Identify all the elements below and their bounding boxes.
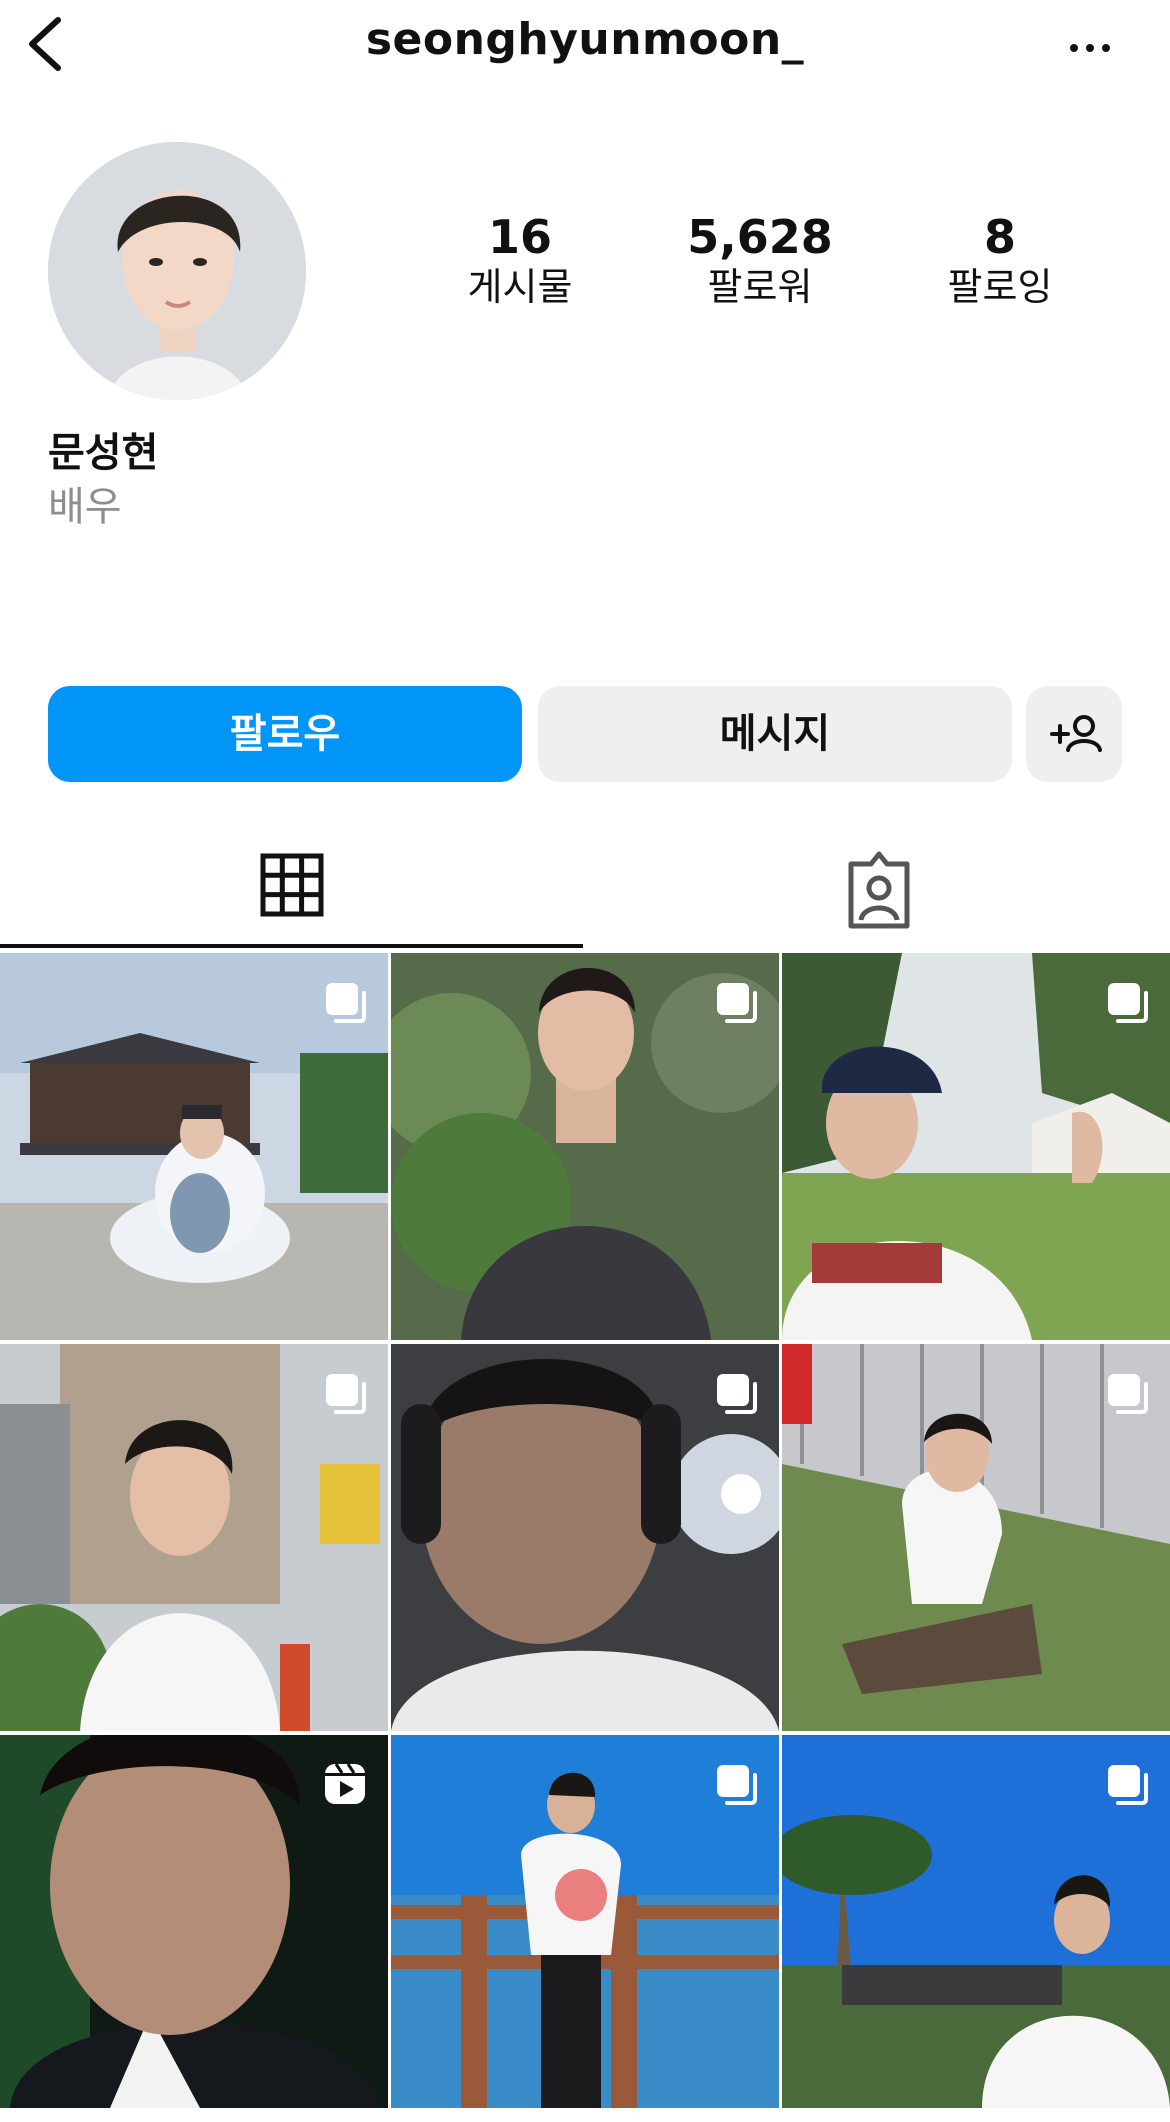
tagged-person-icon	[848, 851, 910, 929]
following-count: 8	[983, 210, 1016, 264]
grid-post-6[interactable]	[782, 1344, 1170, 1731]
reels-icon	[325, 1763, 365, 1804]
more-options-button[interactable]	[1070, 28, 1130, 68]
grid-post-5[interactable]	[391, 1344, 779, 1731]
follow-button[interactable]: 팔로우	[48, 686, 522, 782]
grid-post-2[interactable]	[391, 953, 779, 1340]
profile-name: 문성현	[48, 430, 159, 476]
posts-count: 16	[487, 210, 552, 264]
following-stat[interactable]: 8 팔로잉	[900, 212, 1100, 312]
carousel-icon	[1108, 1374, 1148, 1414]
profile-bio: 배우	[48, 484, 122, 530]
grid-post-3[interactable]	[782, 953, 1170, 1340]
carousel-icon	[1108, 1765, 1148, 1805]
avatar-photo	[48, 142, 306, 400]
carousel-icon	[717, 1374, 757, 1414]
followers-label: 팔로워	[707, 265, 813, 309]
tab-tagged[interactable]	[585, 840, 1170, 950]
active-tab-indicator	[0, 944, 583, 948]
followers-stat[interactable]: 5,628 팔로워	[660, 212, 860, 312]
profile-tabs	[0, 840, 1170, 950]
avatar[interactable]	[48, 142, 306, 400]
posts-grid	[0, 953, 1170, 2108]
profile-stats: 16 게시물 5,628 팔로워 8 팔로잉	[420, 212, 1120, 322]
grid-post-7[interactable]	[0, 1735, 388, 2122]
posts-stat[interactable]: 16 게시물	[420, 212, 620, 312]
grid-post-9[interactable]	[782, 1735, 1170, 2122]
carousel-icon	[326, 983, 366, 1023]
followers-count: 5,628	[687, 210, 833, 264]
carousel-icon	[717, 983, 757, 1023]
carousel-icon	[717, 1765, 757, 1805]
carousel-icon	[326, 1374, 366, 1414]
tab-posts-grid[interactable]	[0, 840, 585, 950]
grid-icon	[260, 853, 324, 917]
add-person-icon	[1050, 715, 1102, 752]
grid-post-8[interactable]	[391, 1735, 779, 2122]
grid-post-1[interactable]	[0, 953, 388, 1340]
carousel-icon	[1108, 983, 1148, 1023]
message-button[interactable]: 메시지	[538, 686, 1012, 782]
following-label: 팔로잉	[947, 265, 1053, 309]
top-bar: seonghyunmoon_	[0, 0, 1170, 96]
profile-username: seonghyunmoon_	[365, 14, 805, 65]
posts-label: 게시물	[467, 265, 573, 309]
add-friend-button[interactable]	[1026, 686, 1122, 782]
more-horizontal-icon	[1070, 28, 1130, 56]
grid-post-4[interactable]	[0, 1344, 388, 1731]
